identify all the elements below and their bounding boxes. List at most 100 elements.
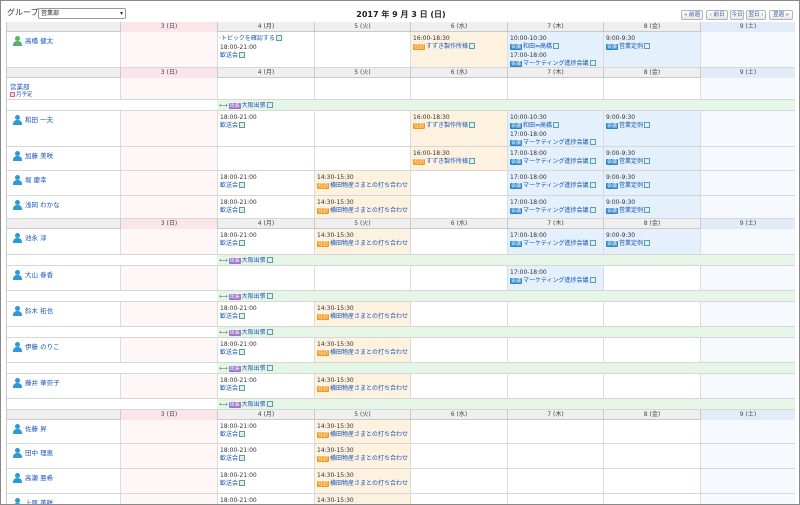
day-cell[interactable] — [507, 494, 603, 504]
day-header-6[interactable]: 9 (土) — [700, 22, 795, 32]
user-name[interactable]: 堀 慶幸 — [25, 174, 47, 184]
user-name[interactable]: 浅岡 わかな — [25, 199, 60, 209]
day-cell[interactable] — [217, 78, 314, 99]
user-name[interactable]: 池永 淳 — [25, 232, 47, 242]
marketing-meeting-event[interactable]: 17:00-18:00 会議 マーケティング進捗会議 — [510, 199, 601, 214]
day-cell[interactable] — [603, 420, 700, 443]
day-header-2[interactable]: 5 (火) — [314, 219, 410, 229]
day-cell[interactable] — [700, 32, 795, 67]
suzuki-visit-event[interactable]: 16:00-18:30 往訪 すずき製作所様 — [413, 150, 505, 165]
osaka-trip-event[interactable]: ⟷ 出張 大阪出張 — [219, 401, 273, 409]
farewell-party-event[interactable]: 18:00-21:00歓送会 — [220, 305, 312, 320]
day-cell[interactable] — [700, 196, 795, 218]
day-cell[interactable] — [120, 229, 217, 254]
day-cell[interactable] — [314, 32, 410, 67]
sales-regular-event[interactable]: 9:00-9:30 会議 営業定例 — [606, 35, 698, 50]
day-cell[interactable] — [700, 374, 795, 398]
day-cell[interactable] — [410, 229, 507, 254]
day-cell[interactable] — [120, 266, 217, 290]
farewell-party-event[interactable]: 18:00-21:00歓送会 — [220, 199, 312, 214]
osaka-trip-event[interactable]: ⟷ 出張 大阪出張 — [219, 102, 273, 110]
osaka-trip-event[interactable]: ⟷ 出張 大阪出張 — [219, 329, 273, 337]
day-cell[interactable] — [700, 111, 795, 146]
day-cell[interactable] — [603, 302, 700, 326]
day-cell[interactable] — [507, 444, 603, 468]
day-cell[interactable] — [603, 494, 700, 504]
day-header-5[interactable]: 8 (金) — [603, 22, 700, 32]
day-header-1[interactable]: 4 (月) — [217, 68, 314, 78]
day-cell[interactable] — [410, 302, 507, 326]
day-header-5[interactable]: 8 (金) — [603, 68, 700, 78]
prev-day-button[interactable]: ‹ 前日 — [706, 10, 728, 20]
farewell-party-event[interactable]: 18:00-21:00歓送会 — [220, 232, 312, 247]
day-cell[interactable] — [314, 266, 410, 290]
day-cell[interactable] — [507, 302, 603, 326]
day-cell[interactable] — [700, 147, 795, 170]
user-name[interactable]: 高橋 健太 — [25, 35, 53, 45]
day-header-4[interactable]: 7 (木) — [507, 68, 603, 78]
sales-regular-event[interactable]: 9:00-9:30 会議 営業定例 — [606, 150, 698, 165]
marketing-meeting-event[interactable]: 17:00-18:00 会議 マーケティング進捗会議 — [510, 52, 601, 67]
day-cell[interactable] — [217, 266, 314, 290]
day-cell[interactable] — [120, 444, 217, 468]
day-header-5[interactable]: 8 (金) — [603, 410, 700, 420]
day-cell[interactable] — [507, 374, 603, 398]
user-name[interactable]: 鈴木 拓也 — [25, 305, 53, 315]
day-cell[interactable] — [410, 338, 507, 362]
day-cell[interactable] — [507, 338, 603, 362]
day-cell[interactable] — [700, 420, 795, 443]
group-select[interactable]: 営業部 ▾ — [38, 8, 126, 19]
user-name[interactable]: 高瀬 亜希 — [25, 472, 53, 482]
day-cell[interactable] — [410, 494, 507, 504]
day-header-6[interactable]: 9 (土) — [700, 219, 795, 229]
day-cell[interactable] — [700, 302, 795, 326]
yokota-meeting-event[interactable]: 14:30-15:30往訪横田物産さまとの打ち合わせ — [317, 447, 408, 462]
wada-meeting-event[interactable]: 10:00-10:30 会議 和田⇔高橋 — [510, 114, 601, 129]
suzuki-visit-event[interactable]: 16:00-18:30 往訪 すずき製作所様 — [413, 35, 505, 50]
farewell-party-event[interactable]: 18:00-21:00歓送会 — [220, 341, 312, 356]
user-name[interactable]: 伊藤 のりこ — [25, 341, 60, 351]
suzuki-visit-event[interactable]: 16:00-18:30 往訪 すずき製作所様 — [413, 114, 505, 129]
day-cell[interactable] — [314, 78, 410, 99]
day-header-0[interactable]: 3 (日) — [120, 219, 217, 229]
wada-meeting-event[interactable]: 10:00-10:30 会議 和田⇔高橋 — [510, 35, 601, 50]
farewell-party-event[interactable]: 18:00-21:00歓送会 — [220, 174, 312, 189]
farewell-party-event[interactable]: 18:00-21:00歓送会 — [220, 447, 312, 462]
osaka-trip-event[interactable]: ⟷ 出張 大阪出張 — [219, 293, 273, 301]
day-cell[interactable] — [120, 469, 217, 493]
day-cell[interactable] — [700, 338, 795, 362]
marketing-meeting-event[interactable]: 17:00-18:00 会議 マーケティング進捗会議 — [510, 150, 601, 165]
day-header-4[interactable]: 7 (木) — [507, 410, 603, 420]
day-cell[interactable] — [410, 196, 507, 218]
day-cell[interactable] — [507, 78, 603, 99]
yokota-meeting-event[interactable]: 14:30-15:30往訪横田物産さまとの打ち合わせ — [317, 472, 408, 487]
day-cell[interactable] — [700, 171, 795, 195]
sales-regular-event[interactable]: 9:00-9:30 会議 営業定例 — [606, 174, 698, 189]
day-cell[interactable] — [120, 78, 217, 99]
marketing-meeting-event[interactable]: 17:00-18:00 会議 マーケティング進捗会議 — [510, 269, 601, 284]
day-cell[interactable] — [120, 111, 217, 146]
day-header-1[interactable]: 4 (月) — [217, 410, 314, 420]
day-cell[interactable] — [410, 78, 507, 99]
day-cell[interactable] — [700, 469, 795, 493]
yokota-meeting-event[interactable]: 14:30-15:30往訪横田物産さまとの打ち合わせ — [317, 423, 408, 438]
day-cell[interactable] — [314, 147, 410, 170]
user-name[interactable]: 加藤 美咲 — [25, 150, 53, 160]
marketing-meeting-event[interactable]: 17:00-18:00 会議 マーケティング進捗会議 — [510, 232, 601, 247]
user-name[interactable]: 大山 春香 — [25, 269, 53, 279]
day-cell[interactable] — [410, 374, 507, 398]
day-cell[interactable] — [120, 302, 217, 326]
marketing-meeting-event[interactable]: 17:00-18:00 会議 マーケティング進捗会議 — [510, 131, 601, 146]
day-header-1[interactable]: 4 (月) — [217, 22, 314, 32]
topic-event[interactable]: ·トピックを確認する — [219, 35, 282, 43]
sales-regular-event[interactable]: 9:00-9:30 会議 営業定例 — [606, 232, 698, 247]
day-cell[interactable] — [507, 469, 603, 493]
day-header-0[interactable]: 3 (日) — [120, 22, 217, 32]
day-cell[interactable] — [120, 32, 217, 67]
day-cell[interactable] — [120, 494, 217, 504]
next-day-button[interactable]: 翌日 › — [746, 10, 766, 20]
sales-regular-event[interactable]: 9:00-9:30 会議 営業定例 — [606, 199, 698, 214]
day-header-4[interactable]: 7 (木) — [507, 22, 603, 32]
marketing-meeting-event[interactable]: 17:00-18:00 会議 マーケティング進捗会議 — [510, 174, 601, 189]
day-header-3[interactable]: 6 (水) — [410, 22, 507, 32]
